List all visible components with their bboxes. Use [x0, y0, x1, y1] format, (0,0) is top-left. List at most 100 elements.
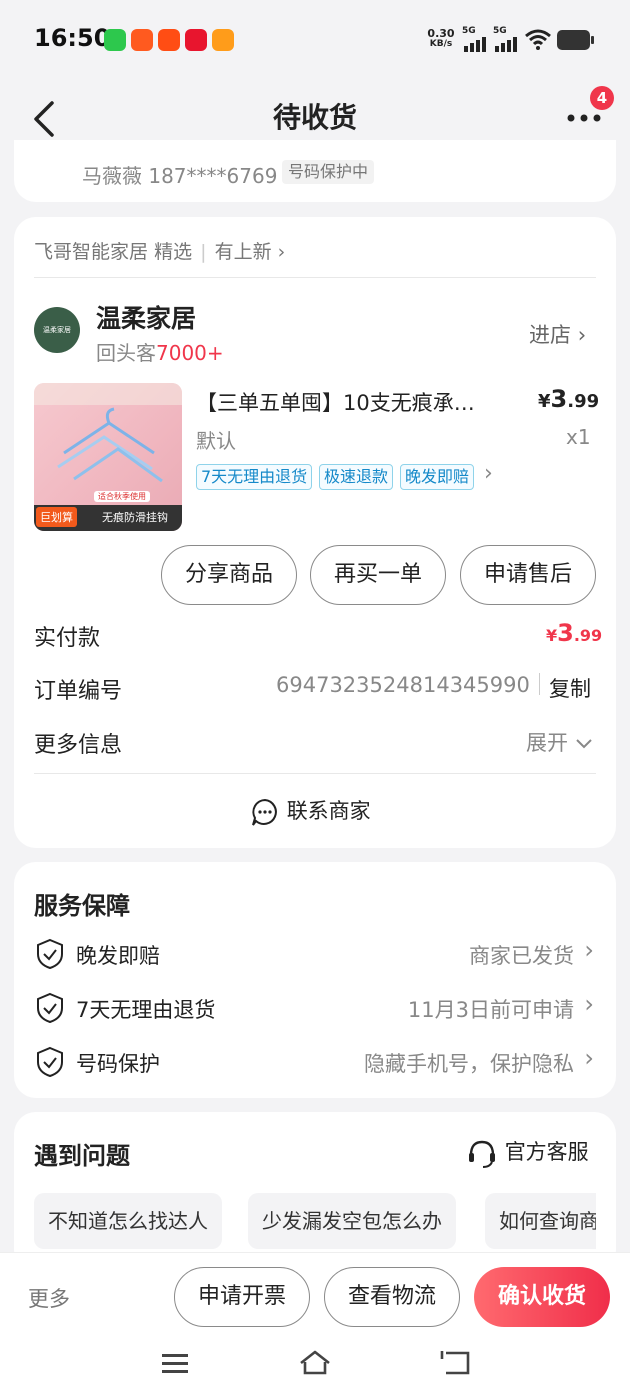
enter-store-label: 进店 — [529, 323, 571, 347]
product-badge: 巨划算 — [36, 507, 77, 527]
service-card: 服务保障 晚发即赔 商家已发货 › 7天无理由退货 11月3日前可申请 › 号码… — [14, 862, 616, 1098]
status-time: 16:50 — [34, 24, 111, 52]
problem-chip[interactable]: 如何查询商 — [485, 1193, 596, 1249]
chevron-right-icon: › — [577, 323, 587, 347]
chat-bubble-icon — [252, 798, 277, 826]
paid-amount: ¥3.99 — [546, 619, 602, 647]
wechat-icon — [104, 29, 126, 51]
service-value: 隐藏手机号，保护隐私 — [364, 1052, 574, 1076]
shield-check-icon — [37, 992, 63, 1024]
shop-path[interactable]: 飞哥智能家居 精选 | 有上新 › — [34, 237, 285, 264]
more-button[interactable]: 更多 — [28, 1283, 70, 1313]
shop-path-name: 飞哥智能家居 — [34, 241, 149, 263]
store-logo[interactable]: 温柔家居 — [34, 307, 80, 353]
view-logistics-button[interactable]: 查看物流 — [324, 1267, 460, 1327]
product-quantity: x1 — [566, 425, 591, 449]
address-card[interactable]: 马薇薇 187****6769 号码保护中 — [14, 140, 616, 202]
page-title: 待收货 — [272, 101, 357, 134]
store-name[interactable]: 温柔家居 — [96, 299, 196, 335]
copy-button[interactable]: 复制 — [549, 673, 591, 703]
contact-merchant-button[interactable]: 联系商家 — [250, 795, 371, 827]
contact-merchant-label: 联系商家 — [286, 799, 371, 823]
back-nav-icon[interactable] — [440, 1349, 472, 1377]
confirm-receipt-button[interactable]: 确认收货 — [474, 1267, 610, 1327]
home-icon[interactable] — [298, 1349, 332, 1377]
paid-symbol: ¥ — [546, 626, 558, 645]
product-title[interactable]: 【三单五单囤】10支无痕承… — [196, 387, 526, 417]
product-price: ¥3.99 — [538, 385, 599, 413]
paid-int: 3 — [557, 619, 574, 647]
battery-icon — [557, 30, 594, 50]
price-dec: .99 — [567, 391, 600, 412]
problem-chips: 不知道怎么找达人 少发漏发空包怎么办 如何查询商 — [34, 1193, 596, 1253]
tag-late-compensation: 晚发即赔 — [400, 464, 475, 490]
request-invoice-button[interactable]: 申请开票 — [174, 1267, 310, 1327]
divider — [34, 277, 596, 278]
paid-dec: .99 — [573, 626, 603, 645]
problems-title: 遇到问题 — [34, 1142, 130, 1170]
signal-2-icon: 5G — [493, 26, 519, 52]
service-label: 号码保护 — [76, 1052, 160, 1076]
order-no: 6947323524814345990 — [276, 673, 530, 697]
heart-app-icon — [185, 29, 207, 51]
service-value: 商家已发货 — [469, 944, 574, 968]
enter-store-button[interactable]: 进店 › — [529, 319, 586, 349]
signal-1-label: 5G — [462, 26, 476, 36]
signal-1-icon: 5G — [462, 26, 488, 52]
tags-chevron-icon[interactable]: › — [484, 461, 493, 486]
returning-label: 回头客 — [96, 341, 156, 365]
returning-count: 7000+ — [156, 341, 224, 365]
more-info-label: 更多信息 — [34, 733, 123, 758]
tag-7day-return: 7天无理由退货 — [196, 464, 313, 490]
problem-chip[interactable]: 少发漏发空包怎么办 — [248, 1193, 456, 1249]
buy-again-button[interactable]: 再买一单 — [310, 545, 446, 605]
after-sales-button[interactable]: 申请售后 — [460, 545, 596, 605]
tag-fast-refund: 极速退款 — [319, 464, 394, 490]
product-sub-banner: 适合秋季使用 — [94, 491, 150, 502]
taobao-icon — [131, 29, 153, 51]
price-int: 3 — [550, 385, 568, 413]
official-service-button[interactable]: 官方客服 — [466, 1136, 589, 1169]
shop-app-icon — [158, 29, 180, 51]
paid-label: 实付款 — [34, 626, 101, 651]
service-label: 7天无理由退货 — [76, 998, 216, 1022]
service-row-late-compensation[interactable]: 晚发即赔 商家已发货 › — [34, 934, 596, 978]
more-dots-icon[interactable] — [566, 112, 602, 124]
service-label: 晚发即赔 — [76, 944, 160, 968]
expand-button[interactable]: 展开 — [526, 727, 593, 757]
address-contact: 马薇薇 187****6769 — [82, 164, 278, 188]
shield-check-icon — [37, 1046, 63, 1078]
notification-badge: 4 — [590, 86, 614, 110]
chevron-right-icon: › — [584, 936, 594, 964]
net-speed-unit: KB/s — [429, 39, 453, 49]
chevron-right-icon: › — [584, 1044, 594, 1072]
service-row-number-protection[interactable]: 号码保护 隐藏手机号，保护隐私 › — [34, 1042, 596, 1086]
shield-check-icon — [37, 938, 63, 970]
net-speed-value: 0.30 — [427, 27, 455, 40]
headset-icon — [469, 1140, 495, 1168]
product-image[interactable]: 无痕防滑挂钩 适合秋季使用 巨划算 — [34, 383, 182, 531]
video-app-icon — [212, 29, 234, 51]
product-variant: 默认 — [196, 429, 236, 453]
service-row-7day-return[interactable]: 7天无理由退货 11月3日前可申请 › — [34, 988, 596, 1032]
menu-icon[interactable] — [160, 1351, 190, 1377]
official-service-label: 官方客服 — [504, 1140, 589, 1164]
wifi-icon — [525, 29, 551, 50]
new-arrivals-label: 有上新 — [214, 241, 272, 263]
divider — [539, 673, 540, 695]
shop-path-tag: 精选 — [154, 241, 193, 263]
privacy-tag: 号码保护中 — [282, 160, 375, 184]
net-speed: 0.30 KB/s — [424, 28, 458, 50]
share-product-button[interactable]: 分享商品 — [161, 545, 297, 605]
service-value: 11月3日前可申请 — [407, 998, 574, 1022]
order-no-label: 订单编号 — [34, 679, 123, 704]
bottom-bar: 更多 申请开票 查看物流 确认收货 — [0, 1252, 630, 1400]
service-title: 服务保障 — [34, 892, 130, 920]
expand-label: 展开 — [526, 731, 568, 755]
price-symbol: ¥ — [538, 391, 551, 412]
signal-2-label: 5G — [493, 26, 507, 36]
chevron-right-icon: › — [277, 241, 286, 263]
order-card: 飞哥智能家居 精选 | 有上新 › 温柔家居 温柔家居 回头客7000+ 进店 … — [14, 217, 616, 848]
store-returning: 回头客7000+ — [96, 337, 224, 366]
problem-chip[interactable]: 不知道怎么找达人 — [34, 1193, 222, 1249]
